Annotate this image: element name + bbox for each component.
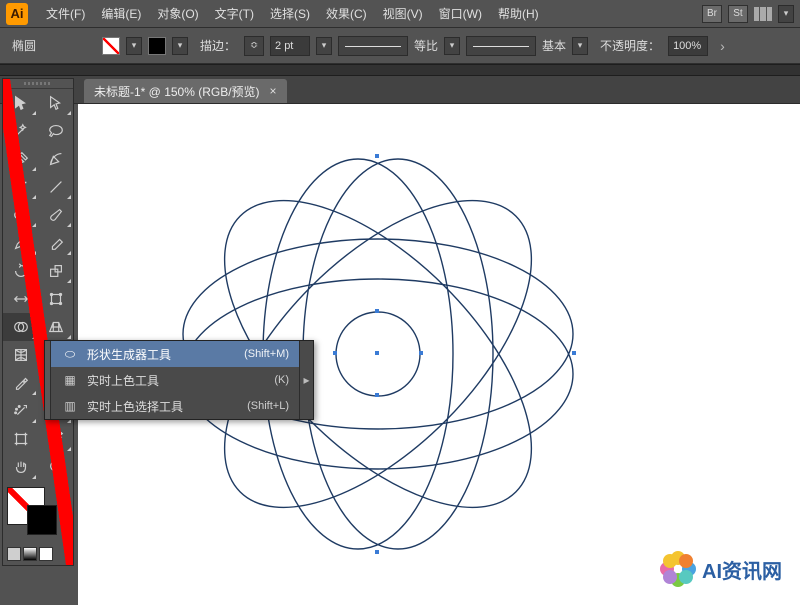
- opacity-field[interactable]: 100%: [668, 36, 708, 56]
- brush-preview[interactable]: [466, 36, 536, 56]
- tool-flyout: ⬭ 形状生成器工具 (Shift+M) ▦ 实时上色工具 (K) ▥ 实时上色选…: [44, 340, 314, 420]
- stroke-weight-field[interactable]: 2 pt: [270, 36, 310, 56]
- menu-object[interactable]: 对象(O): [149, 5, 206, 22]
- stroke-dropdown[interactable]: ▾: [172, 37, 188, 55]
- controlbar-overflow-icon[interactable]: ›: [720, 38, 725, 54]
- stroke-weight-dropdown[interactable]: ▾: [316, 37, 332, 55]
- document-tab[interactable]: 未标题-1* @ 150% (RGB/预览) ×: [84, 79, 287, 103]
- flower-icon: [660, 551, 696, 587]
- selection-label: 椭圆: [6, 37, 96, 54]
- stroke-weight-stepper[interactable]: ≎: [244, 36, 264, 56]
- brush-label: 基本: [542, 37, 566, 54]
- opacity-label: 不透明度：: [600, 37, 660, 54]
- watermark-text: AI资讯网: [702, 555, 782, 584]
- toolbox: [2, 78, 74, 566]
- shape-builder-icon: ⬭: [61, 347, 79, 362]
- document-tab-bar: 未标题-1* @ 150% (RGB/预览) ×: [0, 76, 800, 104]
- stroke-label: 描边：: [200, 37, 236, 54]
- width-profile-label: 等比: [414, 37, 438, 54]
- menu-edit[interactable]: 编辑(E): [93, 5, 149, 22]
- bridge-badge[interactable]: Br: [702, 5, 722, 23]
- menu-window[interactable]: 窗口(W): [431, 5, 490, 22]
- flyout-item-shortcut: (K): [274, 374, 289, 386]
- flyout-item-label: 实时上色选择工具: [87, 398, 183, 415]
- fill-dropdown[interactable]: ▾: [126, 37, 142, 55]
- fill-swatch[interactable]: [102, 37, 120, 55]
- menu-effect[interactable]: 效果(C): [318, 5, 375, 22]
- flyout-live-paint-bucket[interactable]: ▦ 实时上色工具 (K): [51, 367, 299, 393]
- watermark: AI资讯网: [660, 551, 782, 587]
- live-paint-icon: ▦: [61, 373, 79, 387]
- document-tab-title: 未标题-1* @ 150% (RGB/预览): [94, 83, 260, 100]
- flyout-item-label: 形状生成器工具: [87, 346, 171, 363]
- menu-select[interactable]: 选择(S): [262, 5, 318, 22]
- sub-strip: [0, 64, 800, 76]
- stroke-swatch[interactable]: [148, 37, 166, 55]
- workspace-layout-icon[interactable]: [754, 7, 772, 21]
- menu-view[interactable]: 视图(V): [375, 5, 431, 22]
- width-profile-preview[interactable]: [338, 36, 408, 56]
- flyout-detach-icon[interactable]: ▸: [299, 341, 313, 419]
- menu-file[interactable]: 文件(F): [38, 5, 93, 22]
- flyout-item-label: 实时上色工具: [87, 372, 159, 389]
- menu-bar: Ai 文件(F) 编辑(E) 对象(O) 文字(T) 选择(S) 效果(C) 视…: [0, 0, 800, 28]
- width-profile-dropdown[interactable]: ▾: [444, 37, 460, 55]
- brush-dropdown[interactable]: ▾: [572, 37, 588, 55]
- flyout-item-shortcut: (Shift+M): [244, 348, 289, 360]
- flyout-live-paint-selection[interactable]: ▥ 实时上色选择工具 (Shift+L): [51, 393, 299, 419]
- color-picker[interactable]: [3, 481, 73, 565]
- workspace-dropdown[interactable]: ▾: [778, 5, 794, 23]
- menu-help[interactable]: 帮助(H): [490, 5, 547, 22]
- flyout-item-shortcut: (Shift+L): [247, 400, 289, 412]
- flyout-shape-builder[interactable]: ⬭ 形状生成器工具 (Shift+M): [51, 341, 299, 367]
- live-paint-select-icon: ▥: [61, 399, 79, 413]
- control-bar: 椭圆 ▾ ▾ 描边： ≎ 2 pt ▾ 等比 ▾ 基本 ▾ 不透明度： 100%…: [0, 28, 800, 64]
- app-logo: Ai: [6, 3, 28, 25]
- close-tab-icon[interactable]: ×: [270, 84, 277, 98]
- stock-badge[interactable]: St: [728, 5, 748, 23]
- menu-type[interactable]: 文字(T): [207, 5, 262, 22]
- color-mode-none[interactable]: [39, 547, 53, 561]
